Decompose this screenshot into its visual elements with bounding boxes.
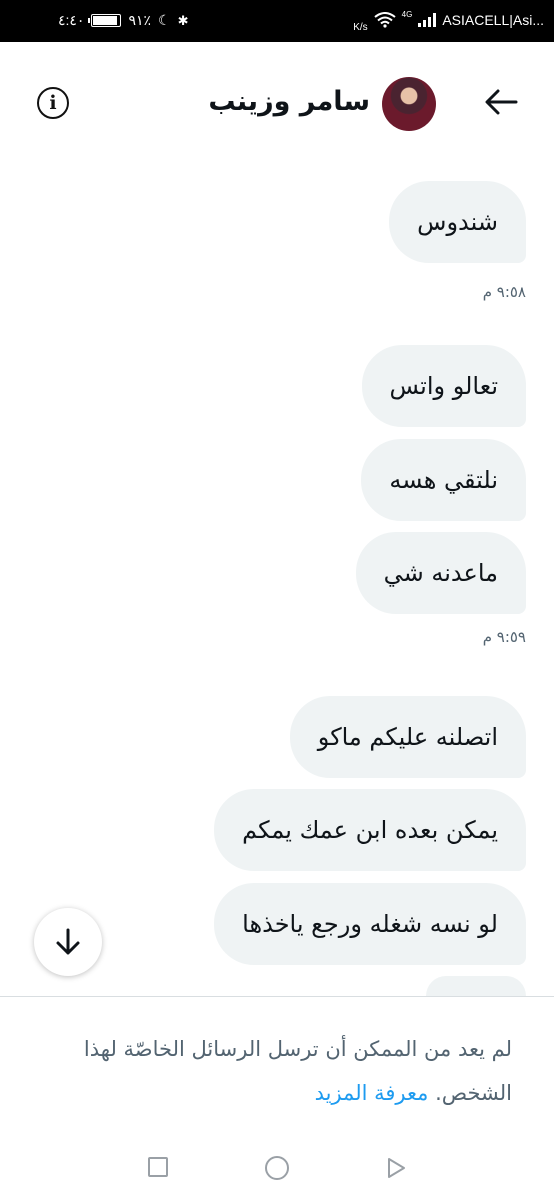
message-bubble[interactable]: لو نسه شغله ورجع ياخذها xyxy=(214,883,526,965)
do-not-disturb-icon: ☾ xyxy=(158,12,171,28)
message-timestamp: ٩:٥٨ م xyxy=(482,283,526,301)
message-bubble[interactable]: تعالو واتس xyxy=(361,345,526,427)
dm-restriction-notice: لم يعد من الممكن أن ترسل الرسائل الخاصّة… xyxy=(0,996,554,1137)
message-bubble-partial xyxy=(426,976,526,996)
signal-icon xyxy=(418,13,437,27)
recents-button[interactable] xyxy=(148,1157,168,1177)
avatar[interactable] xyxy=(382,77,436,131)
network-speed-unit: K/s xyxy=(353,21,368,33)
message-bubble[interactable]: شندوس xyxy=(389,181,526,263)
message-bubble[interactable]: نلتقي هسه xyxy=(361,439,526,521)
scroll-to-bottom-button[interactable] xyxy=(34,908,102,976)
nav-back-icon[interactable] xyxy=(384,1156,408,1180)
message-bubble[interactable]: اتصلنه عليكم ماكو xyxy=(289,696,526,778)
status-time: ٤:٤٠ xyxy=(58,12,85,28)
battery-icon xyxy=(88,14,122,27)
conversation-header: i سامر وزينب xyxy=(0,42,554,164)
carrier-name: ASIACELL|Asi... xyxy=(442,12,544,28)
status-bar: ٤:٤٠ ٩١٪ ☾ ✱ K/s 4G ASIACELL|Asi... xyxy=(0,0,554,42)
battery-level: ٩١٪ xyxy=(128,12,152,28)
message-timestamp: ٩:٥٩ م xyxy=(482,628,526,646)
arrow-back-icon[interactable] xyxy=(484,87,518,117)
network-type: 4G xyxy=(401,9,413,19)
bluetooth-icon: ✱ xyxy=(177,12,189,28)
wifi-icon xyxy=(374,12,396,28)
notice-text: لم يعد من الممكن أن ترسل الرسائل الخاصّة… xyxy=(83,1037,512,1105)
learn-more-link[interactable]: معرفة المزيد xyxy=(315,1081,429,1105)
home-button[interactable] xyxy=(265,1156,289,1180)
info-icon[interactable]: i xyxy=(37,87,69,119)
arrow-down-icon xyxy=(56,928,80,955)
message-bubble[interactable]: يمكن بعده ابن عمك يمكم xyxy=(214,789,526,871)
system-nav-bar xyxy=(0,1136,554,1200)
conversation-title[interactable]: سامر وزينب xyxy=(208,86,370,117)
message-bubble[interactable]: ماعدنه شي xyxy=(355,532,526,614)
